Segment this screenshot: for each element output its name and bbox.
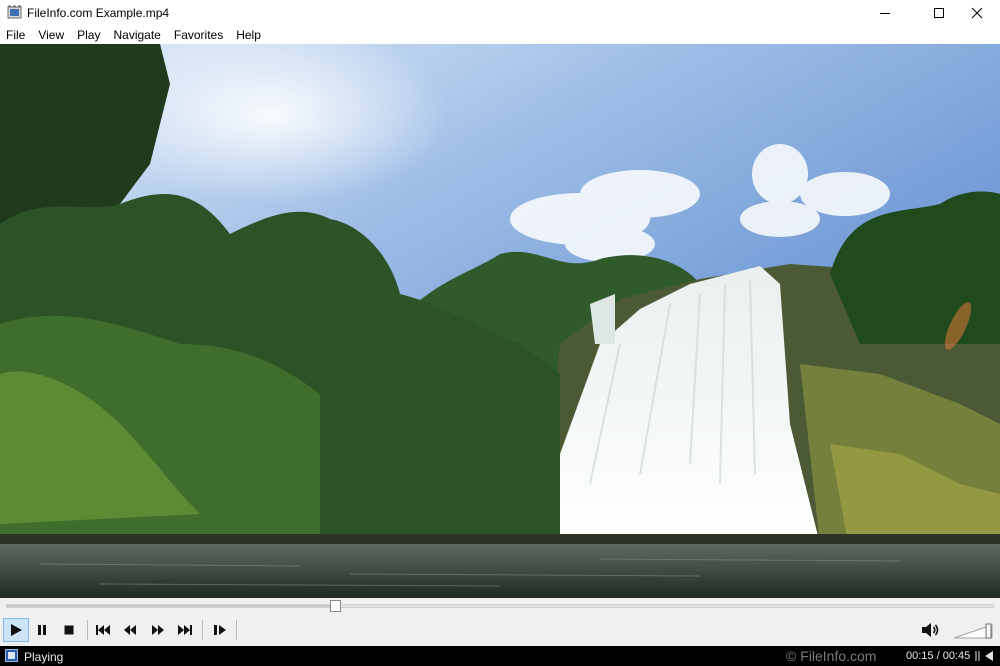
fast-forward-icon bbox=[152, 625, 164, 635]
time-display: 00:15 / 00:45 bbox=[906, 650, 971, 662]
menu-favorites[interactable]: Favorites bbox=[174, 26, 223, 44]
minimize-icon bbox=[880, 13, 890, 14]
skip-forward-button[interactable] bbox=[172, 618, 198, 642]
skip-back-icon bbox=[96, 625, 110, 635]
menu-navigate[interactable]: Navigate bbox=[113, 26, 160, 44]
video-display[interactable] bbox=[0, 44, 1000, 598]
seek-track[interactable] bbox=[6, 604, 994, 608]
rewind-icon bbox=[124, 625, 136, 635]
watermark-text: © FileInfo.com bbox=[786, 648, 877, 664]
stop-button[interactable] bbox=[56, 618, 82, 642]
skip-forward-icon bbox=[178, 625, 192, 635]
toolbar-separator bbox=[202, 620, 203, 640]
stop-icon bbox=[64, 625, 74, 635]
playback-controls bbox=[0, 615, 1000, 646]
menu-play[interactable]: Play bbox=[77, 26, 100, 44]
speaker-icon bbox=[922, 623, 939, 637]
toolbar-separator bbox=[236, 620, 237, 640]
menu-bar: File View Play Navigate Favorites Help bbox=[0, 26, 1000, 44]
play-icon bbox=[11, 624, 22, 636]
skip-back-button[interactable] bbox=[90, 618, 116, 642]
close-button[interactable] bbox=[954, 0, 1000, 26]
status-grip-icon bbox=[975, 651, 993, 661]
toolbar-separator bbox=[87, 620, 88, 640]
playing-status-icon bbox=[5, 649, 18, 662]
frame-step-icon bbox=[214, 625, 226, 635]
title-bar: FileInfo.com Example.mp4 bbox=[0, 0, 1000, 26]
window-title: FileInfo.com Example.mp4 bbox=[27, 6, 170, 20]
menu-help[interactable]: Help bbox=[236, 26, 261, 44]
seek-bar[interactable] bbox=[0, 598, 1000, 615]
seek-thumb[interactable] bbox=[330, 600, 341, 612]
rewind-button[interactable] bbox=[117, 618, 143, 642]
fast-forward-button[interactable] bbox=[145, 618, 171, 642]
media-player-app-icon bbox=[7, 5, 22, 19]
waterfall-video-frame bbox=[0, 44, 1000, 598]
play-button[interactable] bbox=[3, 618, 29, 642]
mute-button[interactable] bbox=[918, 618, 944, 642]
frame-step-button[interactable] bbox=[207, 618, 233, 642]
minimize-button[interactable] bbox=[862, 0, 908, 26]
menu-file[interactable]: File bbox=[6, 26, 25, 44]
pause-icon bbox=[38, 625, 46, 635]
seek-progress-fill bbox=[7, 605, 336, 607]
close-icon bbox=[971, 7, 983, 19]
playback-status: Playing bbox=[24, 650, 64, 664]
maximize-icon bbox=[934, 8, 944, 18]
menu-view[interactable]: View bbox=[38, 26, 64, 44]
pause-button[interactable] bbox=[29, 618, 55, 642]
status-bar: Playing © FileInfo.com 00:15 / 00:45 bbox=[0, 646, 1000, 666]
volume-slider[interactable] bbox=[953, 623, 993, 639]
